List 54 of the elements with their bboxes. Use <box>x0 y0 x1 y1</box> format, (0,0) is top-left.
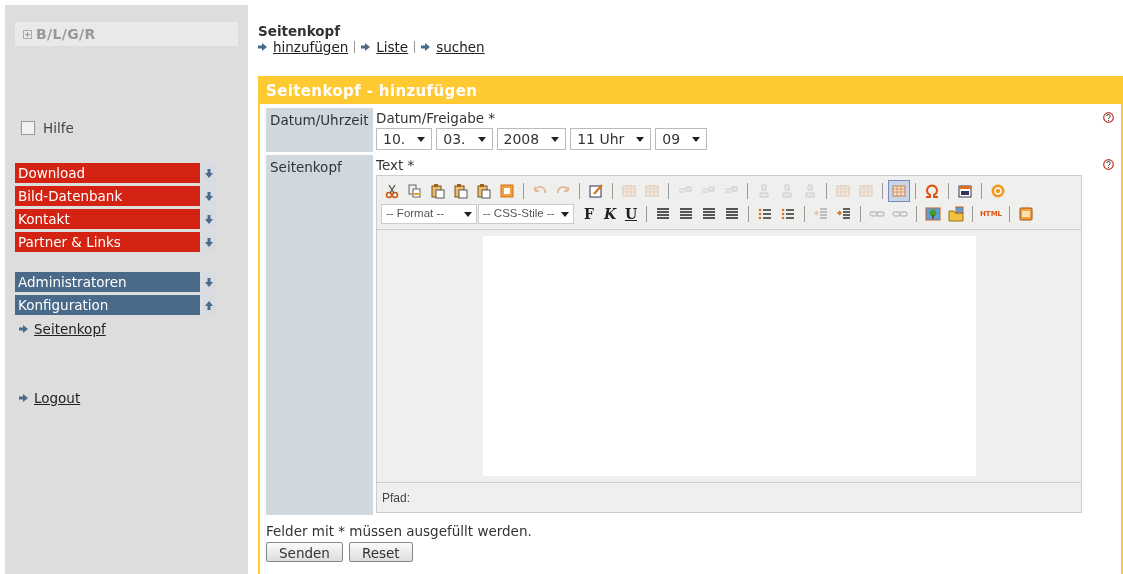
help-label: Hilfe <box>43 119 74 138</box>
right-arrow-icon <box>19 393 28 402</box>
italic-button[interactable]: K <box>600 204 620 224</box>
right-arrow-icon <box>19 325 28 334</box>
nav-link[interactable]: Liste <box>376 39 409 55</box>
field-label: Text * <box>376 157 416 173</box>
date-select[interactable]: 2008 <box>496 128 567 150</box>
nav-link[interactable]: suchen <box>436 39 485 55</box>
down-arrow-icon <box>205 214 213 224</box>
required-note: Felder mit * müssen ausgefüllt werden. <box>266 523 533 539</box>
submenu-link[interactable]: Seitenkopf <box>34 319 106 340</box>
expand-toggle[interactable] <box>202 209 216 230</box>
menu-item[interactable]: Konfiguration <box>15 295 200 316</box>
menu-item[interactable]: Bild-Datenbank <box>15 186 200 207</box>
logo-text: B/L/G/R <box>36 24 96 44</box>
help-checkbox[interactable] <box>21 121 35 136</box>
format-select[interactable]: -- Format -- <box>381 204 477 224</box>
expand-toggle[interactable] <box>202 272 216 293</box>
right-arrow-icon <box>258 43 267 51</box>
nav-link[interactable]: hinzufügen <box>273 39 349 55</box>
menu-item[interactable]: Kontakt <box>15 209 200 230</box>
up-arrow-icon <box>205 300 213 310</box>
menu-item[interactable]: Partner & Links <box>15 232 200 253</box>
expand-icon[interactable] <box>23 29 32 39</box>
page-title: Seitenkopf <box>258 23 342 39</box>
expand-toggle[interactable] <box>202 232 216 253</box>
down-arrow-icon <box>205 277 213 287</box>
help-icon[interactable] <box>1103 159 1114 170</box>
down-arrow-icon <box>205 168 213 178</box>
expand-toggle[interactable] <box>202 295 216 316</box>
date-select[interactable]: 03. <box>436 128 493 150</box>
right-arrow-icon <box>421 43 431 51</box>
underline-button[interactable]: U <box>621 204 641 224</box>
date-select[interactable]: 11 Uhr <box>570 128 652 150</box>
path-label: Pfad: <box>382 489 411 507</box>
date-select[interactable]: 10. <box>376 128 433 150</box>
field-label: Datum/Freigabe * <box>376 110 497 126</box>
row-label: Datum/Uhrzeit <box>266 108 373 152</box>
form-button[interactable]: Reset <box>348 542 413 562</box>
help-icon[interactable] <box>1103 112 1114 123</box>
down-arrow-icon <box>205 237 213 247</box>
right-arrow-icon <box>361 43 371 51</box>
date-select[interactable]: 09 <box>655 128 708 150</box>
style-select[interactable]: -- CSS-Stile -- <box>478 204 574 224</box>
down-arrow-icon <box>205 191 213 201</box>
expand-toggle[interactable] <box>202 186 216 207</box>
logout-link[interactable]: Logout <box>34 387 81 408</box>
panel-title: Seitenkopf - hinzufügen <box>260 78 1121 104</box>
row-label: Seitenkopf <box>266 155 373 515</box>
menu-item[interactable]: Download <box>15 163 200 184</box>
bold-button[interactable]: F <box>579 204 599 224</box>
menu-item[interactable]: Administratoren <box>15 272 200 293</box>
expand-toggle[interactable] <box>202 163 216 184</box>
form-button[interactable]: Senden <box>266 542 343 562</box>
